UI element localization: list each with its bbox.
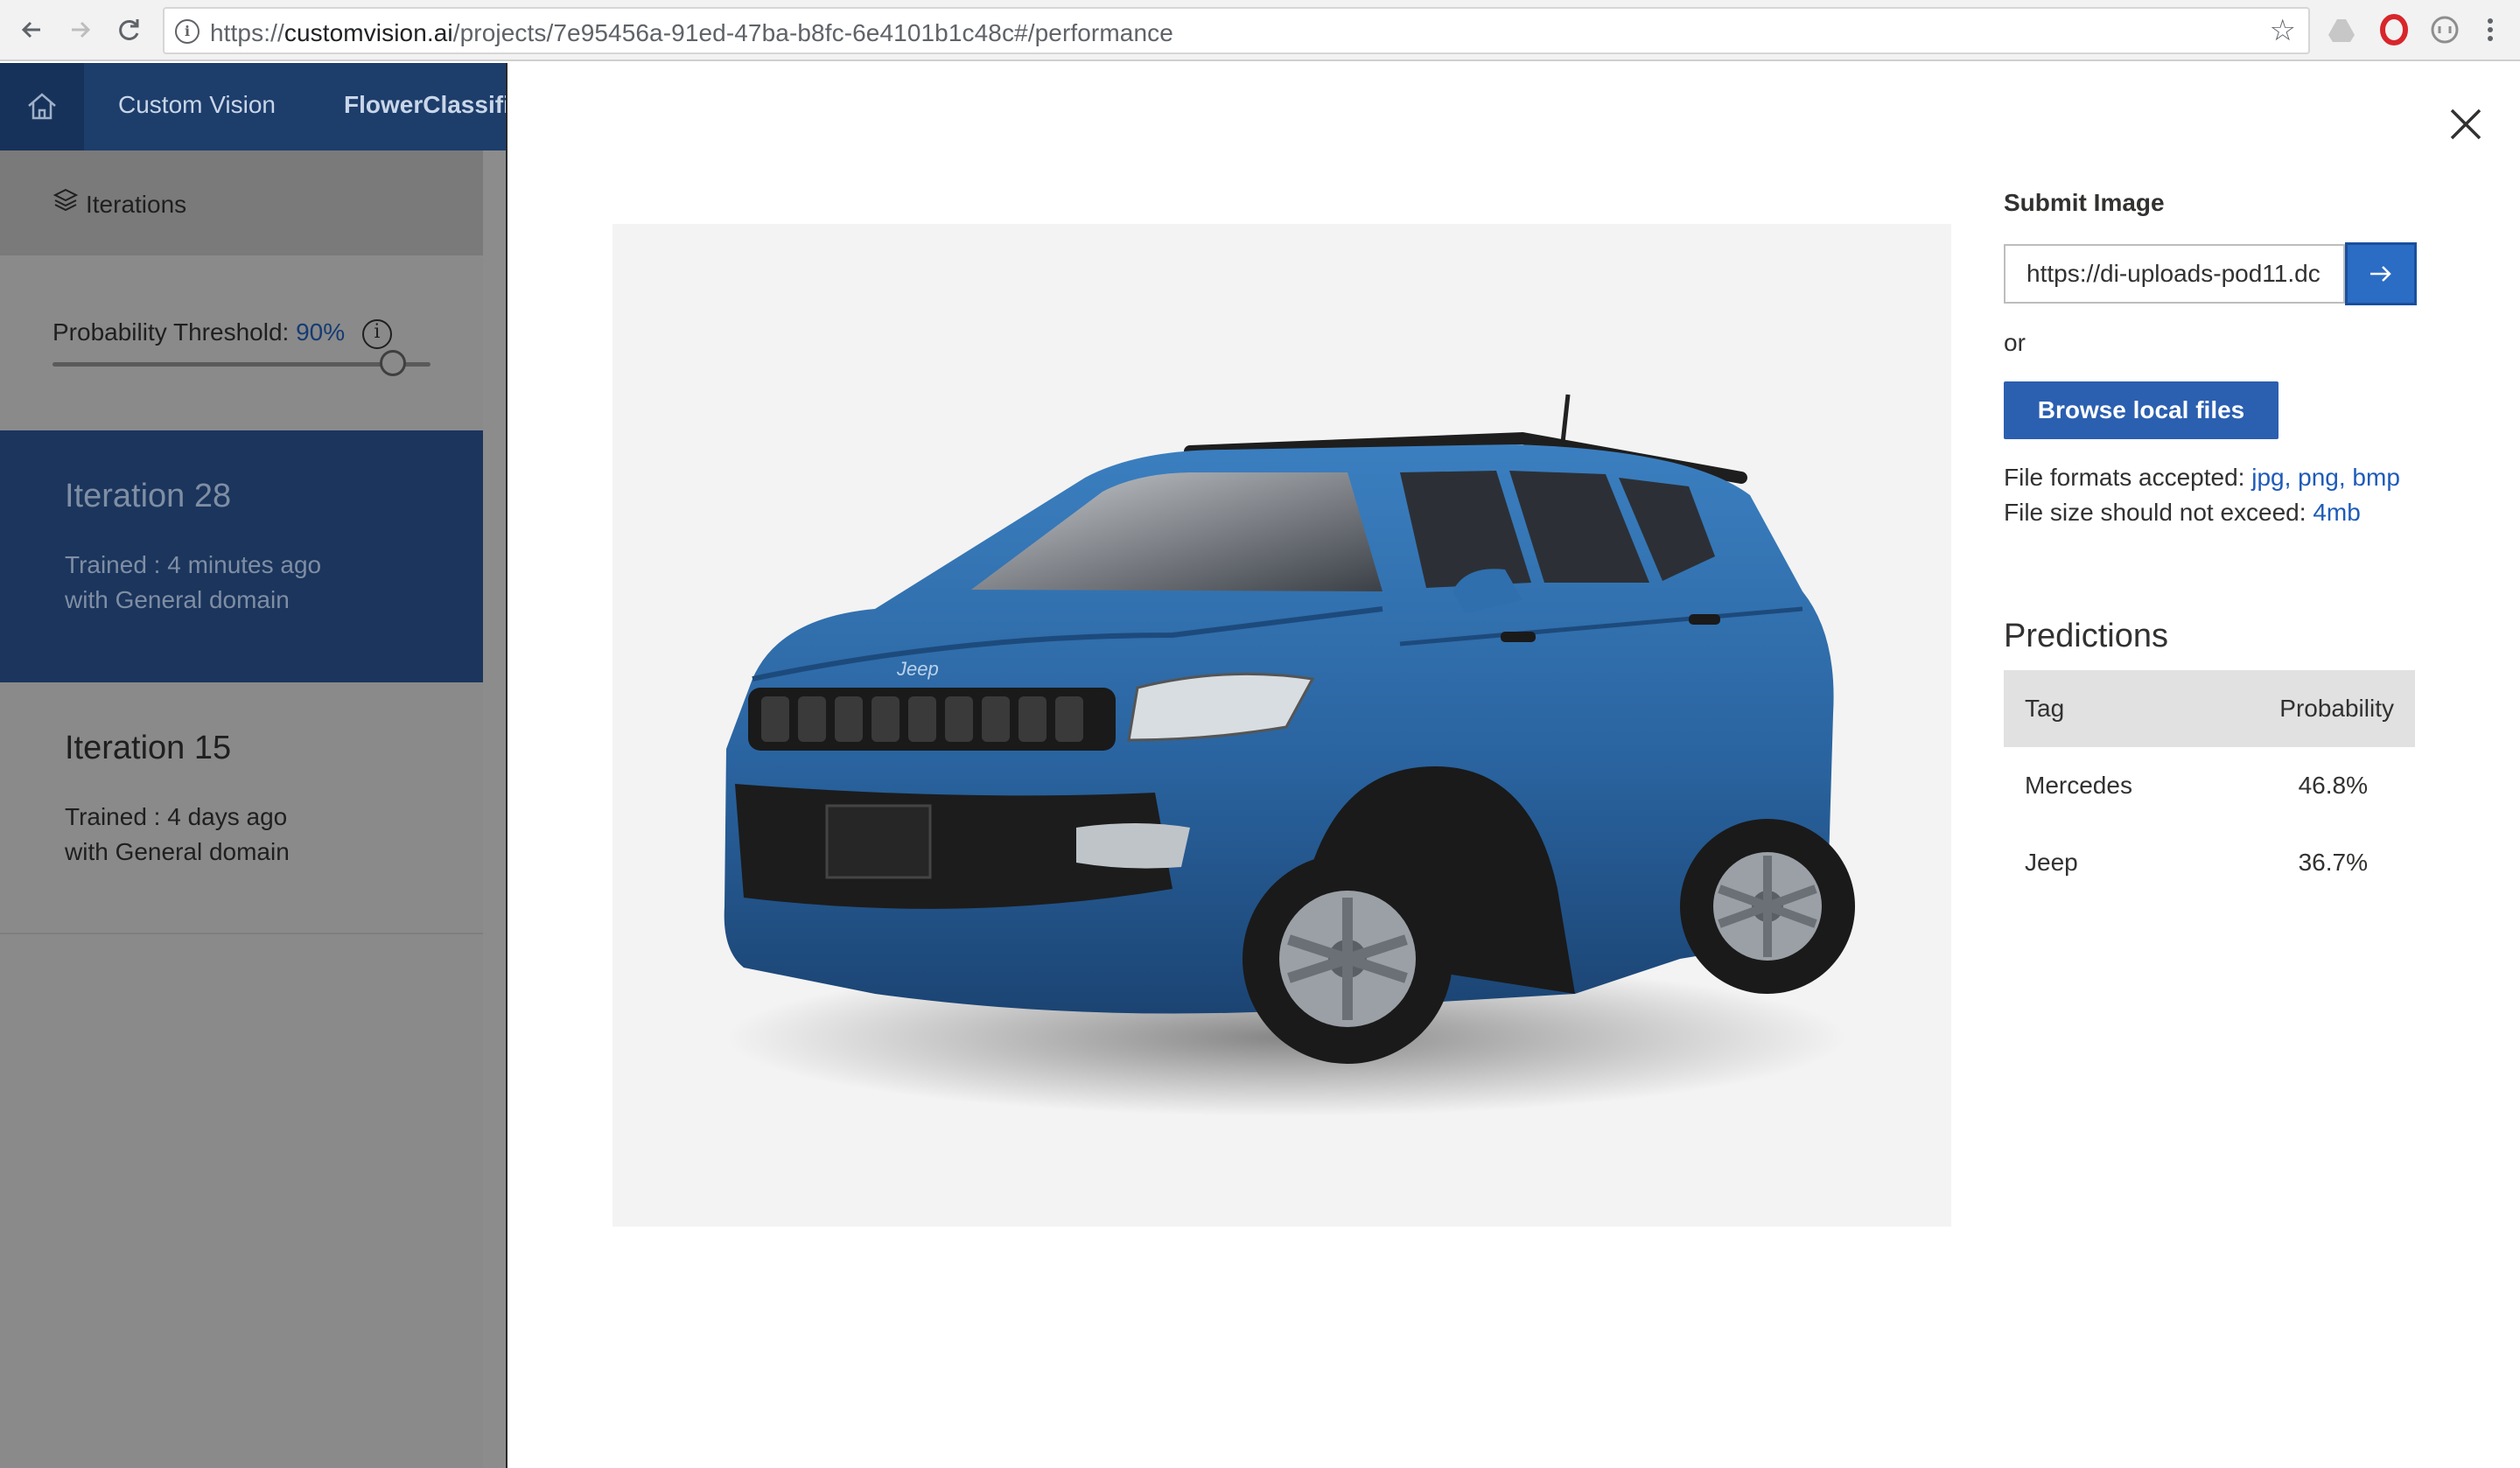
url-text: https://customvision.ai/projects/7e95456… bbox=[210, 19, 1173, 46]
reload-icon[interactable] bbox=[112, 12, 147, 47]
threshold-value: 90% bbox=[296, 318, 346, 346]
predictions-table: Tag Probability Mercedes 46.8% Jeep 36.7… bbox=[2004, 670, 2415, 901]
submit-image-title: Submit Image bbox=[2004, 189, 2165, 216]
browser-toolbar: i https://customvision.ai/projects/7e954… bbox=[0, 0, 2520, 61]
prediction-probability: 46.8% bbox=[2298, 772, 2368, 799]
iteration-domain: with General domain bbox=[65, 838, 290, 865]
quick-test-dialog: Jeep Submit Image https://di-uploads-pod… bbox=[506, 63, 2520, 1468]
iteration-trained: Trained : 4 minutes ago bbox=[65, 551, 322, 578]
opera-icon[interactable] bbox=[2378, 14, 2410, 45]
column-header-tag: Tag bbox=[2025, 695, 2065, 722]
close-icon[interactable] bbox=[2445, 103, 2487, 145]
browse-local-files-button[interactable]: Browse local files bbox=[2004, 381, 2278, 439]
iteration-card[interactable]: Iteration 28 Trained : 4 minutes ago wit… bbox=[0, 430, 483, 682]
threshold-slider[interactable] bbox=[52, 350, 430, 376]
iteration-card[interactable]: Iteration 15 Trained : 4 days ago with G… bbox=[0, 682, 483, 934]
iterations-tab[interactable]: Iterations bbox=[0, 150, 483, 255]
home-button[interactable] bbox=[0, 63, 84, 150]
drive-icon[interactable] bbox=[2326, 14, 2357, 45]
image-url-input[interactable]: https://di-uploads-pod11.dc bbox=[2004, 244, 2345, 304]
forward-arrow-icon[interactable] bbox=[63, 12, 98, 47]
car-badge: Jeep bbox=[896, 658, 939, 680]
file-formats-info: File formats accepted: jpg, png, bmp bbox=[2004, 464, 2400, 491]
iteration-title: Iteration 15 bbox=[65, 730, 232, 766]
file-size-value: 4mb bbox=[2313, 499, 2361, 526]
iteration-title: Iteration 28 bbox=[65, 478, 232, 514]
menu-dots-icon[interactable] bbox=[2474, 14, 2506, 45]
file-size-info: File size should not exceed: 4mb bbox=[2004, 499, 2361, 526]
info-icon[interactable]: i bbox=[361, 318, 392, 349]
slider-handle[interactable] bbox=[379, 350, 406, 376]
table-header: Tag Probability bbox=[2004, 670, 2415, 747]
arrow-right-icon bbox=[2370, 266, 2391, 282]
iteration-trained: Trained : 4 days ago bbox=[65, 803, 288, 830]
prediction-tag: Jeep bbox=[2025, 849, 2078, 876]
threshold-label: Probability Threshold: 90% i bbox=[52, 318, 392, 349]
predictions-title: Predictions bbox=[2004, 618, 2168, 654]
layers-icon bbox=[52, 188, 79, 212]
iterations-tab-label: Iterations bbox=[86, 191, 187, 218]
home-icon bbox=[28, 93, 56, 120]
vpn-icon[interactable] bbox=[2429, 14, 2460, 45]
file-formats-value: jpg, png, bmp bbox=[2251, 464, 2400, 491]
address-bar[interactable]: i https://customvision.ai/projects/7e954… bbox=[163, 7, 2310, 54]
prediction-probability: 36.7% bbox=[2298, 849, 2368, 876]
sidebar: Iterations Probability Threshold: 90% i … bbox=[0, 150, 508, 1468]
prediction-tag: Mercedes bbox=[2025, 772, 2132, 799]
back-arrow-icon[interactable] bbox=[14, 12, 49, 47]
column-header-probability: Probability bbox=[2279, 695, 2394, 722]
info-icon[interactable]: i bbox=[175, 19, 200, 44]
table-row: Jeep 36.7% bbox=[2004, 824, 2415, 901]
app-header: Custom Vision FlowerClassifi bbox=[0, 63, 510, 150]
car-photo: Jeep bbox=[724, 394, 1855, 1116]
iteration-domain: with General domain bbox=[65, 586, 290, 613]
table-row: Mercedes 46.8% bbox=[2004, 747, 2415, 824]
test-image: Jeep bbox=[612, 224, 1951, 1227]
brand-link[interactable]: Custom Vision bbox=[118, 91, 276, 119]
project-name[interactable]: FlowerClassifi bbox=[344, 91, 510, 119]
submit-url-button[interactable] bbox=[2345, 242, 2417, 305]
iterations-panel: Iterations Probability Threshold: 90% i … bbox=[0, 150, 483, 1468]
star-icon[interactable]: ☆ bbox=[2270, 16, 2296, 45]
or-label: or bbox=[2004, 329, 2026, 356]
